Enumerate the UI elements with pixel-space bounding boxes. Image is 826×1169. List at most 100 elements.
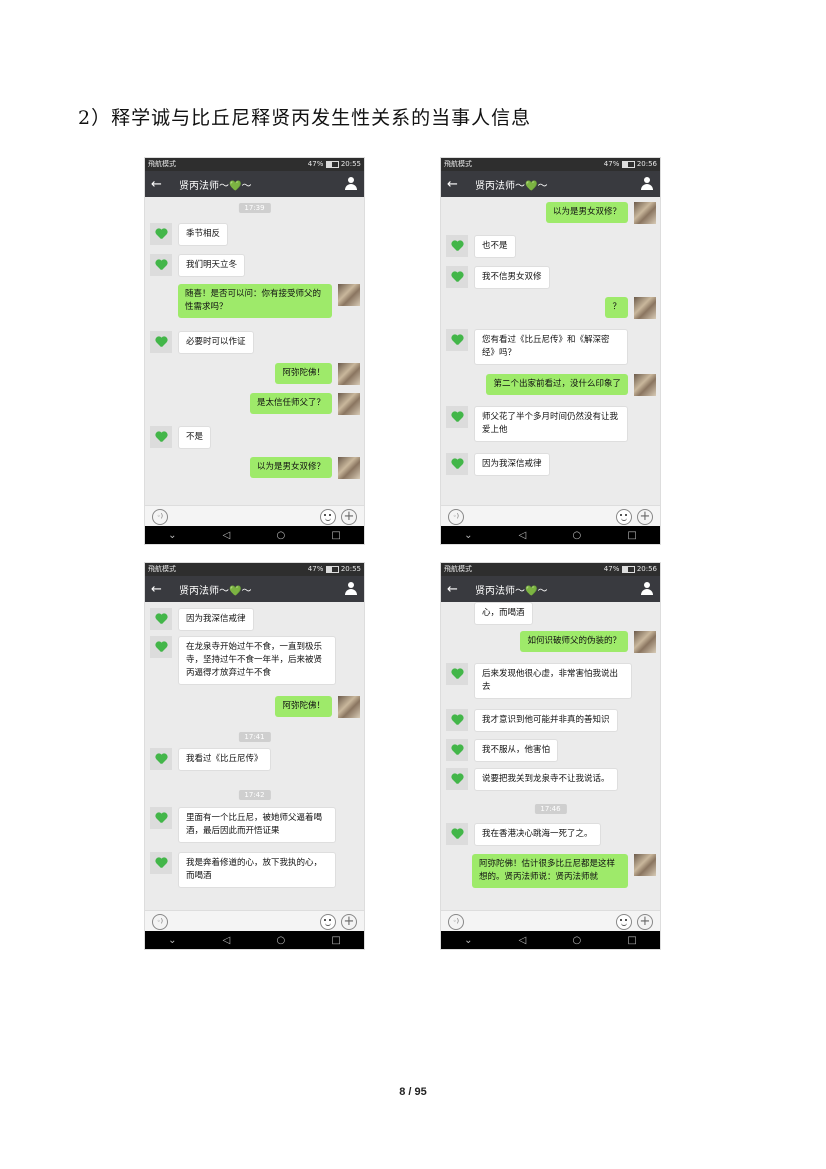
home-circle-icon[interactable]: ○ <box>277 530 286 541</box>
airplane-mode-label: 飛航模式 <box>444 565 472 573</box>
voice-icon[interactable]: ◦) <box>152 509 168 525</box>
battery-icon <box>325 160 339 168</box>
back-arrow-icon[interactable]: ← <box>151 177 169 192</box>
profile-icon[interactable] <box>344 177 358 191</box>
green-heart-icon <box>155 754 167 765</box>
back-arrow-icon[interactable]: ← <box>151 582 169 597</box>
voice-icon[interactable]: ◦) <box>152 914 168 930</box>
recent-apps-icon[interactable]: □ <box>627 935 636 946</box>
chevron-down-icon[interactable]: ⌄ <box>168 935 176 946</box>
android-nav-bar: ⌄ ◁ ○ □ <box>441 931 660 949</box>
home-circle-icon[interactable]: ○ <box>573 530 582 541</box>
user-avatar[interactable] <box>338 363 360 385</box>
battery-icon <box>621 565 635 573</box>
green-heart-icon <box>155 337 167 348</box>
green-heart-icon <box>155 642 167 653</box>
contact-avatar[interactable] <box>446 663 468 685</box>
input-bar: ◦) + <box>145 505 364 528</box>
contact-avatar[interactable] <box>150 748 172 770</box>
contact-avatar[interactable] <box>446 329 468 351</box>
contact-avatar[interactable] <box>150 254 172 276</box>
contact-avatar[interactable] <box>446 453 468 475</box>
user-avatar[interactable] <box>634 854 656 876</box>
chat-title: 贤丙法师～💚～ <box>179 585 252 597</box>
green-heart-icon <box>155 260 167 271</box>
green-heart-icon <box>155 813 167 824</box>
plus-icon[interactable]: + <box>341 914 357 930</box>
status-bar: 飛航模式 47% 20:55 <box>145 158 364 171</box>
emoji-icon[interactable] <box>616 914 632 930</box>
android-nav-bar: ⌄ ◁ ○ □ <box>441 526 660 544</box>
voice-icon[interactable]: ◦) <box>448 914 464 930</box>
green-heart-icon <box>451 272 463 283</box>
contact-avatar[interactable] <box>150 426 172 448</box>
chevron-down-icon[interactable]: ⌄ <box>168 530 176 541</box>
recent-apps-icon[interactable]: □ <box>331 935 340 946</box>
chat-title: 贤丙法师～💚～ <box>475 585 548 597</box>
user-avatar[interactable] <box>634 631 656 653</box>
recent-apps-icon[interactable]: □ <box>627 530 636 541</box>
profile-icon[interactable] <box>344 582 358 596</box>
green-heart-icon <box>451 335 463 346</box>
chat-header: ← 贤丙法师～💚～ <box>145 171 364 197</box>
green-heart-icon <box>451 745 463 756</box>
back-triangle-icon[interactable]: ◁ <box>519 530 527 541</box>
page-number: 8 / 95 <box>399 1086 427 1098</box>
green-heart-icon <box>451 412 463 423</box>
plus-icon[interactable]: + <box>341 509 357 525</box>
contact-avatar[interactable] <box>446 709 468 731</box>
chat-title: 贤丙法师～💚～ <box>179 180 252 192</box>
android-nav-bar: ⌄ ◁ ○ □ <box>145 526 364 544</box>
user-avatar[interactable] <box>338 696 360 718</box>
back-triangle-icon[interactable]: ◁ <box>519 935 527 946</box>
user-avatar[interactable] <box>634 297 656 319</box>
green-heart-icon <box>155 432 167 443</box>
chevron-down-icon[interactable]: ⌄ <box>464 530 472 541</box>
message-list[interactable]: 17:39 季节相反 我们明天立冬 随喜！是否可以问：你有接受师父的性需求吗？ … <box>145 197 364 505</box>
profile-icon[interactable] <box>640 177 654 191</box>
message-list[interactable]: 以为是男女双修？ 也不是 我不信男女双修 ？ 您有看过《比丘尼传》和《解深密经》… <box>441 197 660 505</box>
user-avatar[interactable] <box>338 393 360 415</box>
contact-avatar[interactable] <box>446 235 468 257</box>
back-arrow-icon[interactable]: ← <box>447 582 465 597</box>
contact-avatar[interactable] <box>150 223 172 245</box>
battery-icon <box>325 565 339 573</box>
back-arrow-icon[interactable]: ← <box>447 177 465 192</box>
input-bar: ◦) + <box>441 910 660 933</box>
user-avatar[interactable] <box>634 374 656 396</box>
user-avatar[interactable] <box>338 457 360 479</box>
home-circle-icon[interactable]: ○ <box>277 935 286 946</box>
emoji-icon[interactable] <box>616 509 632 525</box>
contact-avatar[interactable] <box>150 608 172 630</box>
back-triangle-icon[interactable]: ◁ <box>223 530 231 541</box>
green-heart-icon <box>451 459 463 470</box>
chevron-down-icon[interactable]: ⌄ <box>464 935 472 946</box>
contact-avatar[interactable] <box>446 768 468 790</box>
contact-avatar[interactable] <box>446 823 468 845</box>
airplane-mode-label: 飛航模式 <box>444 160 472 168</box>
green-heart-icon <box>451 774 463 785</box>
battery-icon <box>621 160 635 168</box>
user-avatar[interactable] <box>338 284 360 306</box>
recent-apps-icon[interactable]: □ <box>331 530 340 541</box>
user-avatar[interactable] <box>634 202 656 224</box>
contact-avatar[interactable] <box>150 331 172 353</box>
voice-icon[interactable]: ◦) <box>448 509 464 525</box>
home-circle-icon[interactable]: ○ <box>573 935 582 946</box>
plus-icon[interactable]: + <box>637 509 653 525</box>
green-heart-icon <box>451 715 463 726</box>
emoji-icon[interactable] <box>320 914 336 930</box>
message-list[interactable]: 因为我深信戒律 在龙泉寺开始过午不食，一直到极乐寺，坚持过午不食一年半，后来被贤… <box>145 602 364 910</box>
contact-avatar[interactable] <box>446 739 468 761</box>
contact-avatar[interactable] <box>446 266 468 288</box>
profile-icon[interactable] <box>640 582 654 596</box>
back-triangle-icon[interactable]: ◁ <box>223 935 231 946</box>
contact-avatar[interactable] <box>150 807 172 829</box>
status-bar: 飛航模式 47% 20:55 <box>145 563 364 576</box>
contact-avatar[interactable] <box>150 636 172 658</box>
plus-icon[interactable]: + <box>637 914 653 930</box>
emoji-icon[interactable] <box>320 509 336 525</box>
message-list[interactable]: 心，而喝酒 如何识破师父的伪装的？ 后来发现他很心虚，非常害怕我说出去 我才意识… <box>441 602 660 910</box>
contact-avatar[interactable] <box>446 406 468 428</box>
contact-avatar[interactable] <box>150 852 172 874</box>
